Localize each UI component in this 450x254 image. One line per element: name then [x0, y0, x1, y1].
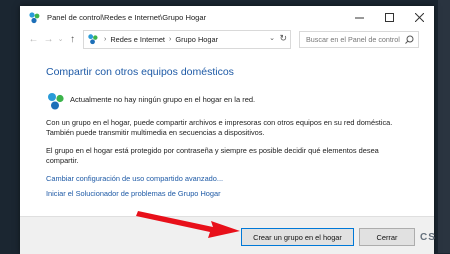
page-title: Compartir con otros equipos domésticos — [46, 66, 234, 78]
main-content: Compartir con otros equipos domésticos A… — [20, 50, 434, 220]
create-homegroup-button[interactable]: Crear un grupo en el hogar — [241, 228, 354, 246]
control-panel-window: Panel de control\Redes e Internet\Grupo … — [20, 6, 434, 254]
window-title: Panel de control\Redes e Internet\Grupo … — [47, 12, 207, 22]
footer: Crear un grupo en el hogar Cerrar — [20, 216, 434, 254]
homegroup-icon — [87, 33, 100, 46]
description-line: Con un grupo en el hogar, puede comparti… — [46, 118, 393, 127]
title-bar: Panel de control\Redes e Internet\Grupo … — [20, 6, 434, 28]
recent-locations-chevron-icon[interactable]: ⌄ — [56, 30, 65, 48]
search-placeholder: Buscar en el Panel de control — [306, 34, 400, 44]
chevron-right-icon[interactable]: › — [169, 36, 171, 43]
background-strip — [438, 0, 450, 253]
close-button[interactable] — [404, 6, 434, 28]
description-line: El grupo en el hogar está protegido por … — [46, 146, 379, 155]
homegroup-icon — [27, 10, 41, 24]
chevron-right-icon[interactable]: › — [104, 36, 106, 43]
address-bar: ← → ⌄ ↑ › Redes e Internet › Grupo Hogar… — [20, 28, 434, 50]
status-message: Actualmente no hay ningún grupo en el ho… — [70, 95, 256, 104]
minimize-button[interactable] — [344, 6, 374, 28]
advanced-sharing-link[interactable]: Cambiar configuración de uso compartido … — [46, 174, 223, 183]
forward-arrow-icon[interactable]: → — [41, 30, 56, 48]
security-paragraph: El grupo en el hogar está protegido por … — [46, 146, 406, 166]
breadcrumb[interactable]: › Redes e Internet › Grupo Hogar ⌄ ↻ — [83, 29, 291, 49]
description-line: También puede transmitir multimedia en s… — [46, 128, 265, 137]
close-dialog-button[interactable]: Cerrar — [359, 228, 415, 246]
chevron-down-icon[interactable]: ⌄ — [269, 34, 275, 42]
search-icon[interactable] — [405, 35, 414, 46]
description-line: compartir. — [46, 156, 79, 165]
troubleshooter-link[interactable]: Iniciar el Solucionador de problemas de … — [46, 189, 221, 198]
breadcrumb-item[interactable]: Grupo Hogar — [175, 35, 218, 44]
watermark: CS — [420, 232, 436, 243]
back-arrow-icon[interactable]: ← — [26, 30, 41, 48]
maximize-button[interactable] — [374, 6, 404, 28]
up-arrow-icon[interactable]: ↑ — [65, 30, 80, 48]
search-input[interactable]: Buscar en el Panel de control — [299, 30, 419, 48]
breadcrumb-item[interactable]: Redes e Internet — [110, 35, 165, 44]
refresh-icon[interactable]: ↻ — [279, 33, 287, 44]
description-paragraph: Con un grupo en el hogar, puede comparti… — [46, 118, 406, 138]
homegroup-icon — [46, 91, 66, 116]
